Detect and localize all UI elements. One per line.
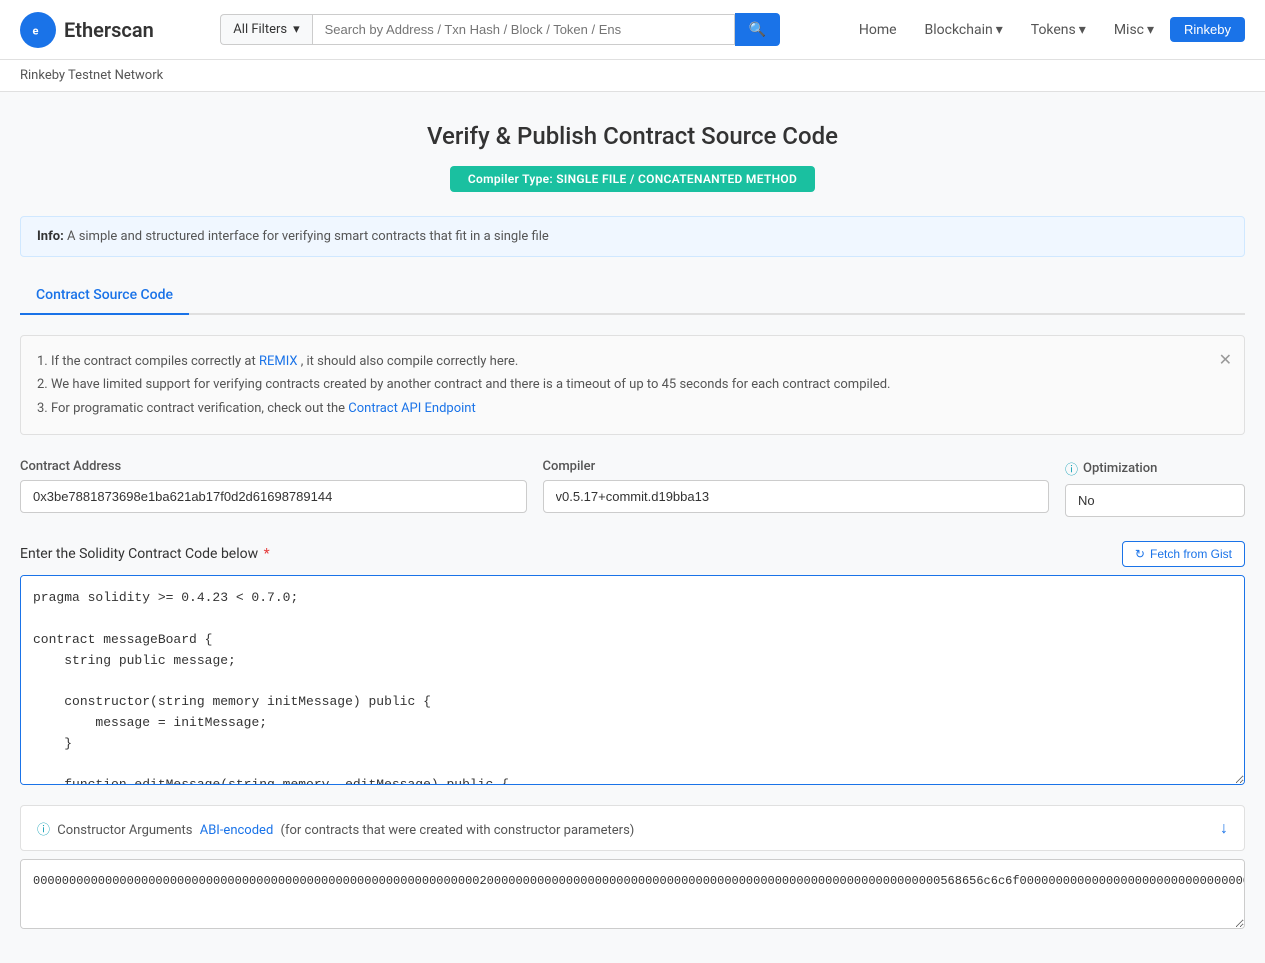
abi-encoded-link[interactable]: ABI-encoded: [200, 823, 274, 838]
etherscan-logo-icon: e: [20, 12, 56, 48]
svg-text:e: e: [33, 24, 39, 37]
constructor-label: Constructor Arguments: [57, 823, 192, 838]
compiler-select[interactable]: v0.5.17+commit.d19bba13: [543, 480, 1050, 513]
nav-tokens[interactable]: Tokens ▾: [1019, 16, 1098, 44]
close-icon[interactable]: ✕: [1219, 346, 1232, 375]
alert-line-1: 1. If the contract compiles correctly at…: [37, 350, 1208, 373]
form-row: Contract Address Compiler v0.5.17+commit…: [20, 459, 1245, 517]
logo-area: e Etherscan: [20, 12, 154, 48]
constructor-bar: ⓘ Constructor Arguments ABI-encoded (for…: [20, 805, 1245, 851]
info-circle-icon: ⓘ: [1065, 459, 1078, 478]
compiler-type-badge: Compiler Type: SINGLE FILE / CONCATENANT…: [450, 166, 815, 192]
contract-address-group: Contract Address: [20, 459, 527, 513]
network-button[interactable]: Rinkeby: [1170, 17, 1245, 42]
nav-home[interactable]: Home: [847, 16, 909, 44]
expand-icon[interactable]: ↓: [1220, 818, 1228, 838]
info-label: Info:: [37, 229, 64, 244]
info-bar: Info: A simple and structured interface …: [20, 216, 1245, 257]
nav-misc[interactable]: Misc ▾: [1102, 16, 1166, 44]
constructor-label-area: ⓘ Constructor Arguments ABI-encoded (for…: [37, 819, 634, 838]
refresh-icon: ↻: [1135, 547, 1145, 561]
tab-contract-source-code[interactable]: Contract Source Code: [20, 277, 189, 315]
main-content: Verify & Publish Contract Source Code Co…: [0, 92, 1265, 963]
optimization-select[interactable]: No Yes: [1065, 484, 1245, 517]
search-input[interactable]: [312, 14, 735, 45]
chevron-down-icon: ▾: [996, 22, 1003, 38]
subheader: Rinkeby Testnet Network: [0, 60, 1265, 92]
chevron-down-icon: ▾: [1079, 22, 1086, 38]
compiler-badge-wrapper: Compiler Type: SINGLE FILE / CONCATENANT…: [20, 166, 1245, 192]
optimization-group: ⓘ Optimization No Yes: [1065, 459, 1245, 517]
code-section-header: Enter the Solidity Contract Code below *…: [20, 541, 1245, 567]
contract-api-link[interactable]: Contract API Endpoint: [348, 401, 475, 416]
info-icon: ⓘ: [37, 823, 50, 838]
nav-area: Home Blockchain ▾ Tokens ▾ Misc ▾ Rinkeb…: [847, 16, 1245, 44]
header: e Etherscan All Filters ▾ 🔍 Home Blockch…: [0, 0, 1265, 60]
search-button[interactable]: 🔍: [735, 13, 780, 46]
network-label: Rinkeby Testnet Network: [20, 68, 163, 83]
contract-address-input[interactable]: [20, 480, 527, 513]
search-area: All Filters ▾ 🔍: [220, 13, 780, 46]
constructor-args-textarea[interactable]: [20, 859, 1245, 929]
compiler-label: Compiler: [543, 459, 1050, 474]
fetch-from-gist-button[interactable]: ↻ Fetch from Gist: [1122, 541, 1245, 567]
solidity-code-textarea[interactable]: [20, 575, 1245, 785]
logo-text: Etherscan: [64, 18, 154, 42]
alert-line-2: 2. We have limited support for verifying…: [37, 373, 1208, 396]
nav-blockchain[interactable]: Blockchain ▾: [913, 16, 1015, 44]
code-section-label: Enter the Solidity Contract Code below *: [20, 546, 270, 562]
filter-label: All Filters: [233, 22, 287, 37]
constructor-note: (for contracts that were created with co…: [281, 823, 635, 838]
optimization-label: ⓘ Optimization: [1065, 459, 1245, 478]
compiler-group: Compiler v0.5.17+commit.d19bba13: [543, 459, 1050, 513]
chevron-down-icon: ▾: [293, 22, 300, 37]
contract-address-label: Contract Address: [20, 459, 527, 474]
chevron-down-icon: ▾: [1147, 22, 1154, 38]
alert-line-3: 3. For programatic contract verification…: [37, 397, 1208, 420]
remix-link[interactable]: REMIX: [259, 354, 298, 369]
alert-box: 1. If the contract compiles correctly at…: [20, 335, 1245, 435]
tab-bar: Contract Source Code: [20, 277, 1245, 315]
page-title: Verify & Publish Contract Source Code: [20, 122, 1245, 150]
required-indicator: *: [264, 546, 270, 562]
info-text: A simple and structured interface for ve…: [67, 229, 549, 244]
filter-dropdown[interactable]: All Filters ▾: [220, 14, 311, 45]
